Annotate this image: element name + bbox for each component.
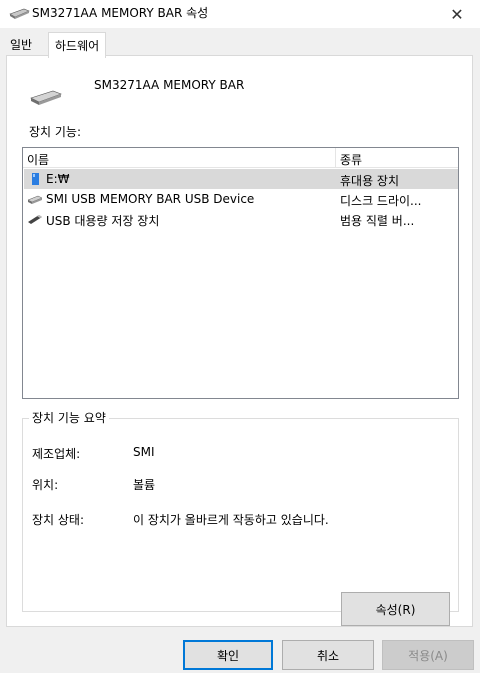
manufacturer-label: 제조업체: [32,447,81,461]
column-header-type[interactable]: 종류 [340,151,362,168]
device-function-summary: 장치 기능 요약 제조업체: SMI 위치: 볼륨 장치 상태: 이 장치가 올… [22,409,459,626]
list-item[interactable]: USB 대용량 저장 장치 범용 직렬 버... [24,209,458,229]
window-title: SM3271AA MEMORY BAR 속성 [32,6,209,20]
tab-hardware[interactable]: 하드웨어 [48,32,107,58]
list-item-name: SMI USB MEMORY BAR USB Device [46,192,255,206]
list-item-type: 디스크 드라이... [340,194,422,208]
drive-icon [27,195,43,204]
device-functions-label: 장치 기능: [29,125,82,139]
drive-icon [30,90,62,105]
column-header-name[interactable]: 이름 [27,151,49,168]
list-item-name: E:₩ [46,172,70,186]
tab-strip: 일반 하드웨어 [0,32,480,58]
list-item-type: 휴대용 장치 [340,174,400,188]
device-name: SM3271AA MEMORY BAR [94,78,245,92]
list-item[interactable]: E:₩ 휴대용 장치 [24,169,458,189]
close-icon: ✕ [450,4,464,24]
apply-button[interactable]: 적용(A) [382,640,474,670]
location-value: 볼륨 [133,478,156,492]
drive-icon [9,8,30,19]
usb-stick-icon [32,173,39,185]
list-header: 이름 종류 [23,148,458,168]
summary-title: 장치 기능 요약 [29,409,109,426]
cancel-button[interactable]: 취소 [282,640,374,670]
usb-plug-icon [28,215,42,224]
properties-button[interactable]: 속성(R) [341,592,450,626]
manufacturer-value: SMI [133,445,155,459]
device-status-value: 이 장치가 올바르게 작동하고 있습니다. [133,513,329,527]
list-item-type: 범용 직렬 버... [340,214,415,228]
ok-button[interactable]: 확인 [183,640,273,670]
location-label: 위치: [32,478,59,492]
close-button[interactable]: ✕ [434,0,480,28]
list-item[interactable]: SMI USB MEMORY BAR USB Device 디스크 드라이... [24,189,458,209]
device-status-label: 장치 상태: [32,513,85,527]
title-bar: SM3271AA MEMORY BAR 속성 ✕ [0,0,480,28]
device-functions-list[interactable]: 이름 종류 E:₩ 휴대용 장치 SMI USB MEMORY BAR USB … [22,147,459,399]
column-divider[interactable] [335,148,336,168]
list-item-name: USB 대용량 저장 장치 [46,214,160,228]
hardware-panel: SM3271AA MEMORY BAR 장치 기능: 이름 종류 E:₩ 휴대용… [6,55,473,627]
tab-general[interactable]: 일반 [6,34,36,56]
